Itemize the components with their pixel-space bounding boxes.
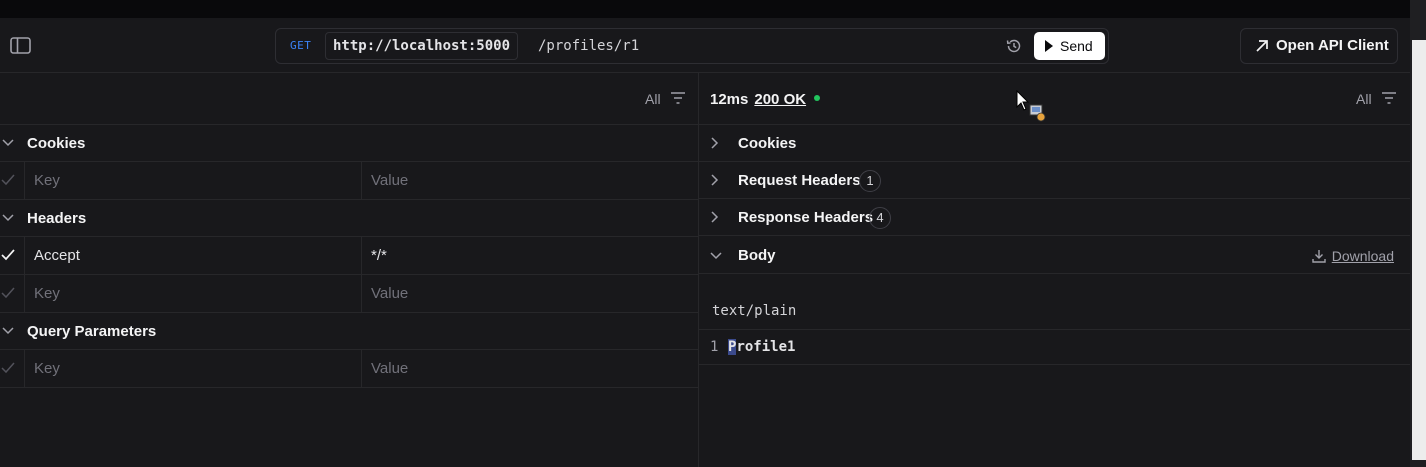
response-body-viewer[interactable]: 1 Profile1: [699, 330, 1410, 365]
response-panel: 12ms 200 OK All Cookies Request Headers 1…: [699, 73, 1410, 467]
header-value-input[interactable]: */*: [362, 237, 387, 274]
filter-icon[interactable]: [1382, 92, 1396, 104]
send-button[interactable]: Send: [1034, 32, 1105, 60]
body-section-title: Body: [738, 247, 776, 264]
body-line-text: rofile1: [736, 339, 796, 355]
headers-section-header[interactable]: Headers: [0, 200, 698, 237]
request-panel: All Cookies Key Value Headers Accept */*: [0, 73, 699, 467]
request-path-input[interactable]: /profiles/r1: [538, 32, 639, 60]
header-row: Accept */*: [0, 237, 698, 275]
header-key-input[interactable]: Accept: [24, 237, 362, 274]
query-value-input[interactable]: Value: [362, 350, 408, 387]
status-code[interactable]: 200 OK: [754, 91, 806, 108]
query-row: Key Value: [0, 350, 698, 388]
request-headers-count-badge: 1: [859, 170, 881, 192]
header-row: Key Value: [0, 275, 698, 313]
query-key-input[interactable]: Key: [24, 350, 362, 387]
response-headers-count-badge: 4: [869, 207, 891, 229]
mouse-pointer-icon: [1016, 90, 1046, 122]
url-bar: GET http://localhost:5000 /profiles/r1 S…: [275, 28, 1109, 64]
cookie-value-input[interactable]: Value: [362, 162, 408, 199]
cookies-section-title: Cookies: [27, 135, 86, 152]
download-button[interactable]: Download: [1312, 248, 1394, 264]
filter-icon[interactable]: [671, 92, 685, 104]
chevron-right-icon: [711, 137, 719, 149]
chevron-right-icon: [711, 211, 719, 223]
request-toolbar: GET http://localhost:5000 /profiles/r1 S…: [0, 18, 1410, 73]
request-headers-section[interactable]: Request Headers 1: [699, 162, 1410, 199]
response-cookies-title: Cookies: [738, 135, 797, 152]
open-api-client-button[interactable]: Open API Client: [1240, 28, 1398, 64]
query-parameters-section-header[interactable]: Query Parameters: [0, 313, 698, 350]
response-status: 12ms 200 OK: [710, 91, 821, 108]
http-method[interactable]: GET: [290, 39, 311, 52]
download-icon: [1312, 250, 1326, 263]
window-right-edge: [1410, 0, 1426, 467]
request-headers-title: Request Headers: [738, 172, 861, 189]
external-link-icon: [1256, 40, 1268, 52]
background-window-strip: [1412, 40, 1426, 460]
check-icon[interactable]: [1, 362, 15, 374]
download-label: Download: [1331, 248, 1394, 264]
chevron-down-icon: [2, 214, 14, 222]
cookie-key-input[interactable]: Key: [24, 162, 362, 199]
body-section-header[interactable]: Body Download: [699, 237, 1410, 274]
header-key-input[interactable]: Key: [24, 275, 362, 312]
response-cookies-section[interactable]: Cookies: [699, 125, 1410, 162]
status-dot-icon: [814, 95, 821, 101]
query-parameters-section-title: Query Parameters: [27, 323, 157, 340]
response-headers-section[interactable]: Response Headers 4: [699, 199, 1410, 236]
sidebar-toggle-icon[interactable]: [10, 37, 31, 54]
history-icon[interactable]: [1005, 37, 1023, 55]
request-filter-all[interactable]: All: [645, 91, 661, 107]
cookie-row: Key Value: [0, 162, 698, 200]
chevron-down-icon: [710, 252, 722, 260]
play-icon: [1045, 40, 1053, 52]
chevron-down-icon: [2, 139, 14, 147]
check-icon[interactable]: [1, 174, 15, 186]
chevron-right-icon: [711, 174, 719, 186]
response-headers-title: Response Headers: [738, 209, 874, 226]
chevron-down-icon: [2, 327, 14, 335]
line-number: 1: [710, 339, 719, 355]
send-label: Send: [1060, 38, 1093, 54]
response-time: 12ms: [710, 91, 749, 108]
response-filter-all[interactable]: All: [1356, 91, 1372, 107]
base-url-chip[interactable]: http://localhost:5000: [325, 32, 519, 60]
cookies-section-header[interactable]: Cookies: [0, 125, 698, 162]
header-value-input[interactable]: Value: [362, 275, 408, 312]
body-line: Profile1: [728, 339, 795, 355]
window-top-strip: [0, 0, 1426, 18]
content-type-label: text/plain: [699, 293, 1410, 330]
headers-section-title: Headers: [27, 210, 87, 227]
open-api-label: Open API Client: [1276, 37, 1389, 54]
check-icon[interactable]: [1, 287, 15, 299]
check-icon[interactable]: [1, 249, 15, 261]
api-client-app: GET http://localhost:5000 /profiles/r1 S…: [0, 18, 1410, 467]
request-filter-bar: All: [0, 73, 698, 125]
response-filter-bar: 12ms 200 OK All: [699, 73, 1410, 125]
